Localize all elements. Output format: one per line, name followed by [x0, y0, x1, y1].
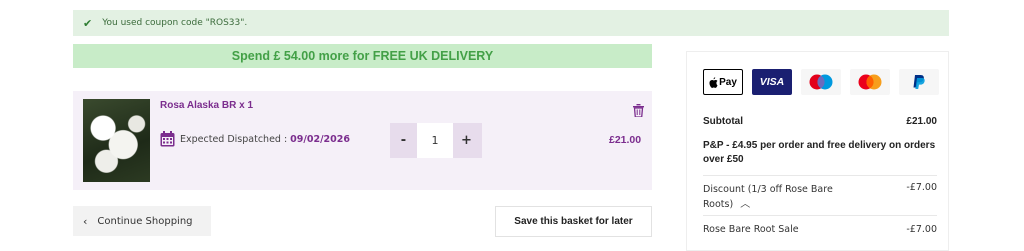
increase-quantity-button[interactable]: + [453, 133, 480, 148]
quantity-input[interactable]: 1 [417, 123, 453, 158]
visa-label: VISA [759, 76, 785, 88]
paypal-icon [899, 69, 939, 95]
product-name-link[interactable]: Rosa Alaska BR x 1 [160, 100, 253, 111]
sale-row: Rose Bare Root Sale -£7.00 [703, 224, 937, 235]
visa-icon: VISA [752, 69, 792, 95]
cart-item-row: Rosa Alaska BR x 1 Expected Dispatched :… [73, 91, 652, 190]
subtotal-row: Subtotal £21.00 [703, 116, 937, 127]
apple-pay-label: Pay [719, 76, 737, 88]
quantity-stepper: - 1 + [390, 123, 482, 158]
sale-label: Rose Bare Root Sale [703, 224, 799, 235]
coupon-notice-text: You used coupon code "ROS33". [102, 18, 248, 28]
dispatch-label: Expected Dispatched : [180, 133, 288, 145]
save-basket-label: Save this basket for later [514, 216, 633, 227]
product-image[interactable] [83, 99, 150, 182]
line-price: £21.00 [609, 134, 642, 146]
apple-pay-icon: Pay [703, 69, 743, 95]
chevron-left-icon: ‹ [83, 214, 88, 228]
pp-delivery-info: P&P - £4.95 per order and free delivery … [703, 140, 936, 165]
summary-divider [703, 175, 937, 176]
maestro-icon [801, 69, 841, 95]
expected-dispatch: Expected Dispatched : 09/02/2026 [160, 131, 350, 147]
trash-icon[interactable] [633, 104, 644, 117]
free-delivery-banner: Spend £ 54.00 more for FREE UK DELIVERY [73, 44, 652, 68]
dispatch-date: 09/02/2026 [290, 133, 350, 145]
order-summary: Pay VISA Subtotal £21.00 P&P - £4.95 per… [686, 51, 949, 251]
continue-shopping-button[interactable]: ‹ Continue Shopping [73, 206, 211, 236]
mastercard-icon [850, 69, 890, 95]
free-delivery-text: Spend £ 54.00 more for FREE UK DELIVERY [231, 49, 494, 63]
continue-shopping-label: Continue Shopping [97, 215, 193, 227]
sale-value: -£7.00 [906, 224, 937, 235]
summary-divider [703, 215, 937, 216]
discount-label: Discount (1/3 off Rose Bare Roots) [703, 184, 833, 210]
payment-methods: Pay VISA [703, 69, 939, 95]
checkmark-icon: ✔ [83, 16, 93, 30]
save-basket-button[interactable]: Save this basket for later [495, 206, 652, 237]
discount-row: Discount (1/3 off Rose Bare Roots) ︿ -£7… [703, 182, 937, 212]
calendar-icon [160, 131, 175, 147]
subtotal-value: £21.00 [906, 116, 937, 127]
decrease-quantity-button[interactable]: - [390, 133, 417, 148]
discount-value: -£7.00 [906, 182, 937, 193]
subtotal-label: Subtotal [703, 116, 743, 127]
coupon-notice: ✔ You used coupon code "ROS33". [73, 10, 949, 36]
chevron-up-icon[interactable]: ︿ [740, 199, 750, 210]
